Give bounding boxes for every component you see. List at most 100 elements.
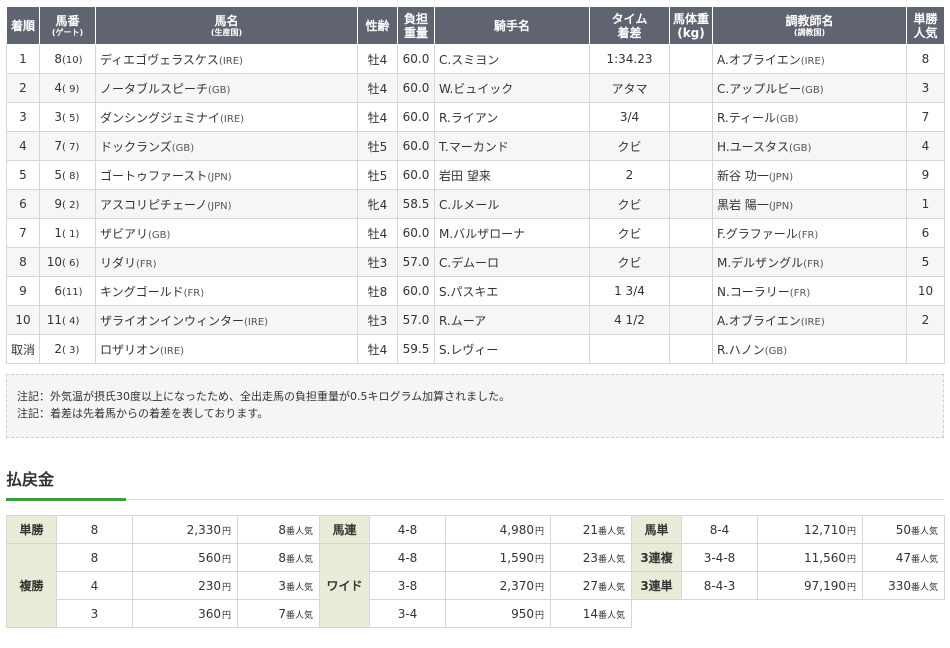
header-trainer: 調教師名 (調教国) <box>712 6 907 45</box>
payout-combination: 8 <box>56 515 133 544</box>
gate-number: ( 9) <box>62 84 80 95</box>
payout-yen-unit: 円 <box>846 582 856 593</box>
payout-amount-value: 2,330 <box>186 522 221 537</box>
payout-combination: 3-4 <box>369 599 446 628</box>
header-horse: 馬名 (生産国) <box>95 6 358 45</box>
payout-amount: 2,370円 <box>445 571 551 600</box>
payout-popularity: 21番人気 <box>550 515 632 544</box>
results-body: 1 8(10) ディエゴヴェラスケス(IRE) 牡4 60.0 C.スミヨン 1:34.23… <box>6 44 945 364</box>
payout-label-umaren: 馬連 <box>319 515 370 544</box>
cell-jockey: S.パスキエ <box>434 276 590 306</box>
cell-rank: 4 <box>6 131 40 161</box>
horse-number: 2 <box>54 342 62 356</box>
page: 着順 馬番 (ゲート) 馬名 (生産国) 性齢 負担 重量 騎手名 タイム 着差 馬体重… <box>0 0 950 648</box>
cell-number: 5( 8) <box>39 160 96 190</box>
cell-popularity: 3 <box>906 73 945 103</box>
cell-jockey: R.ライアン <box>434 102 590 132</box>
cell-body-weight <box>669 131 713 161</box>
horse-name: ロザリオン <box>100 342 161 357</box>
payout-amount: 1,590円 <box>445 543 551 572</box>
payout-title: 払戻金 <box>6 470 55 489</box>
cell-number: 9( 2) <box>39 189 96 219</box>
notes-box: 注記：外気温が摂氏30度以上になったため、全出走馬の負担重量が0.5キログラム加… <box>6 374 944 438</box>
trainer-country: (GB) <box>776 113 799 125</box>
payout-popularity: 14番人気 <box>550 599 632 628</box>
result-row: 1 8(10) ディエゴヴェラスケス(IRE) 牡4 60.0 C.スミヨン 1:34.23… <box>6 44 945 74</box>
cell-weight: 60.0 <box>397 44 435 74</box>
horse-country: (IRE) <box>220 113 245 125</box>
trainer-name: C.アップルビー <box>717 81 802 96</box>
payout-popularity-unit: 番人気 <box>285 526 313 537</box>
payout-popularity-value: 23 <box>582 550 598 565</box>
trainer-country: (GB) <box>801 84 824 96</box>
payout-label-wide: ワイド <box>319 543 370 628</box>
cell-jockey: S.レヴィー <box>434 334 590 364</box>
cell-time: 1 3/4 <box>589 276 670 306</box>
cell-horse: ノータブルスピーチ(GB) <box>95 73 358 103</box>
trainer-country: (IRE) <box>800 55 825 67</box>
cell-body-weight <box>669 276 713 306</box>
result-row: 9 6(11) キングゴールド(FR) 牡8 60.0 S.パスキエ 1 3/4 N.コーラリ… <box>6 276 945 306</box>
horse-name: ザライオンインウィンター <box>100 313 245 328</box>
horse-name: ドックランズ <box>100 139 172 154</box>
payout-popularity-value: 21 <box>582 522 598 537</box>
result-row: 2 4( 9) ノータブルスピーチ(GB) 牡4 60.0 W.ビュイック アタマ C.アップ… <box>6 73 945 103</box>
trainer-country: (GB) <box>764 345 788 357</box>
cell-trainer: 新谷 功一(JPN) <box>712 160 907 190</box>
header-rank: 着順 <box>6 6 40 45</box>
cell-rank: 3 <box>6 102 40 132</box>
cell-rank: 2 <box>6 73 40 103</box>
results-table: 着順 馬番 (ゲート) 馬名 (生産国) 性齢 負担 重量 騎手名 タイム 着差 馬体重… <box>6 6 945 364</box>
horse-number: 6 <box>54 284 62 298</box>
payout-table-exacta-trio: 馬単 8-4 12,710円 50番人気 3連複 3-4-8 11,560円 47番人気 3連単… <box>631 515 945 600</box>
gate-number: ( 2) <box>62 200 80 211</box>
payout-popularity-unit: 番人気 <box>285 582 313 593</box>
payout-yen-unit: 円 <box>534 610 544 621</box>
cell-sex-age: 牡4 <box>357 44 398 74</box>
cell-trainer: A.オブライエン(IRE) <box>712 44 907 74</box>
horse-country: (IRE) <box>160 345 185 357</box>
cell-rank: 6 <box>6 189 40 219</box>
result-row: 6 9( 2) アスコリピチェーノ(JPN) 牝4 58.5 C.ルメール クビ 黒岩 陽一(… <box>6 189 945 219</box>
cell-horse: ザビアリ(GB) <box>95 218 358 248</box>
payout-amount-value: 230 <box>198 578 221 593</box>
cell-body-weight <box>669 44 713 74</box>
horse-number: 11 <box>46 313 62 327</box>
cell-rank: 8 <box>6 247 40 277</box>
payout-amount-value: 950 <box>511 606 534 621</box>
payout-amount-value: 97,190 <box>803 578 846 593</box>
cell-jockey: C.デムーロ <box>434 247 590 277</box>
payout-popularity: 330番人気 <box>862 571 945 600</box>
horse-country: (JPN) <box>207 200 232 212</box>
payout-row-umaren: 馬連 4-8 4,980円 21番人気 <box>319 515 632 544</box>
cell-sex-age: 牡4 <box>357 334 398 364</box>
horse-number: 10 <box>46 255 62 269</box>
cell-sex-age: 牡3 <box>357 305 398 335</box>
horse-number: 1 <box>54 226 62 240</box>
payout-yen-unit: 円 <box>534 526 544 537</box>
header-sex-age: 性齢 <box>357 6 398 45</box>
trainer-name: F.グラファール <box>717 226 798 241</box>
header-number: 馬番 (ゲート) <box>39 6 96 45</box>
payout-combination: 4 <box>56 571 133 600</box>
payout-combination: 4-8 <box>369 515 446 544</box>
cell-time: アタマ <box>589 73 670 103</box>
note-line: 注記：着差は先着馬からの着差を表しております。 <box>17 407 269 420</box>
cell-rank: 9 <box>6 276 40 306</box>
cell-popularity: 9 <box>906 160 945 190</box>
cell-trainer: 黒岩 陽一(JPN) <box>712 189 907 219</box>
payout-amount: 560円 <box>132 543 238 572</box>
cell-weight: 60.0 <box>397 276 435 306</box>
cell-number: 7( 7) <box>39 131 96 161</box>
cell-weight: 57.0 <box>397 305 435 335</box>
header-body-weight: 馬体重 (kg) <box>669 6 713 45</box>
horse-number: 5 <box>54 168 62 182</box>
payout-amount-value: 11,560 <box>803 550 846 565</box>
cell-sex-age: 牡5 <box>357 131 398 161</box>
header-weight: 負担 重量 <box>397 6 435 45</box>
cell-body-weight <box>669 305 713 335</box>
horse-name: アスコリピチェーノ <box>100 197 208 212</box>
payout-popularity: 8番人気 <box>237 515 320 544</box>
payout-amount-value: 12,710 <box>803 522 846 537</box>
trainer-country: (FR) <box>803 258 824 270</box>
